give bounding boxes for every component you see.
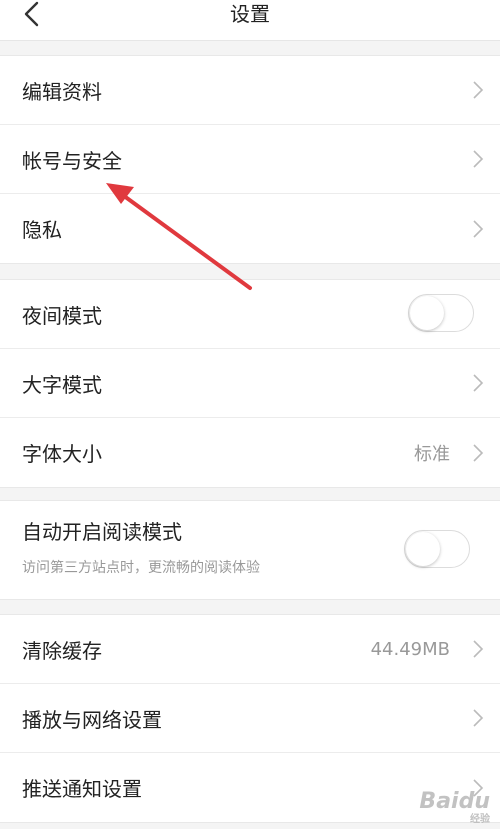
baidu-watermark: Baidu 经验 [419,789,490,825]
settings-item-night-mode: 夜间模式 [0,280,500,349]
settings-group-account: 编辑资料 帐号与安全 隐私 [0,55,500,264]
night-mode-toggle[interactable] [408,294,474,332]
font-size-value: 标准 [414,443,450,465]
page-title: 设置 [230,2,270,26]
chevron-right-icon [473,709,484,727]
settings-item-label: 隐私 [22,218,62,242]
settings-item-font-size[interactable]: 字体大小 标准 [0,418,500,487]
settings-group-reading: 自动开启阅读模式 访问第三方站点时，更流畅的阅读体验 [0,500,500,600]
settings-item-account-security[interactable]: 帐号与安全 [0,125,500,194]
toggle-knob [410,296,444,330]
settings-item-auto-reading-mode: 自动开启阅读模式 访问第三方站点时，更流畅的阅读体验 [0,501,500,599]
cache-size-value: 44.49MB [370,638,450,660]
settings-group-display: 夜间模式 大字模式 字体大小 标准 [0,279,500,488]
settings-item-label: 推送通知设置 [22,777,142,801]
settings-item-clear-cache[interactable]: 清除缓存 44.49MB [0,615,500,684]
settings-item-label: 夜间模式 [22,303,102,328]
chevron-right-icon [473,640,484,658]
settings-item-label: 字体大小 [22,442,102,466]
settings-item-large-text[interactable]: 大字模式 [0,349,500,418]
settings-item-edit-profile[interactable]: 编辑资料 [0,56,500,125]
settings-item-privacy[interactable]: 隐私 [0,194,500,263]
top-nav-bar: 设置 [0,0,500,41]
chevron-right-icon [473,81,484,99]
settings-item-label: 播放与网络设置 [22,707,162,732]
settings-item-label: 大字模式 [22,372,102,397]
chevron-right-icon [473,374,484,392]
chevron-right-icon [473,219,484,238]
auto-reading-mode-toggle[interactable] [404,530,470,568]
settings-item-label: 自动开启阅读模式 [22,520,182,544]
chevron-right-icon [473,150,484,168]
chevron-right-icon [473,443,484,462]
settings-item-description: 访问第三方站点时，更流畅的阅读体验 [22,560,260,576]
settings-item-label: 清除缓存 [22,638,102,663]
toggle-knob [406,532,440,566]
settings-item-label: 编辑资料 [22,79,102,104]
settings-item-playback-network[interactable]: 播放与网络设置 [0,684,500,753]
settings-item-label: 帐号与安全 [22,148,122,173]
